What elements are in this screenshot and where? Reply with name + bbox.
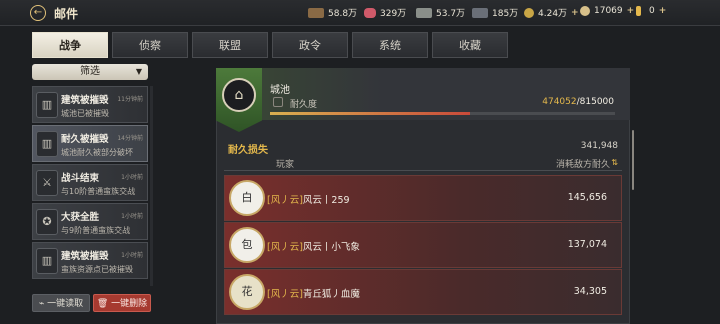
top-bar: ← 邮件 58.8万 329万 53.7万 185万 4.24万 + 17069… bbox=[0, 0, 720, 26]
loss-total: 341,948 bbox=[580, 141, 618, 151]
resource-stone: 53.7万 bbox=[416, 6, 465, 19]
tab-scout[interactable]: 侦察 bbox=[112, 32, 188, 58]
divider bbox=[224, 170, 622, 171]
wood-icon bbox=[308, 7, 324, 18]
read-icon: ⌁ bbox=[38, 299, 45, 309]
city-name: 城池 bbox=[270, 85, 290, 96]
building-icon: ▥ bbox=[36, 248, 58, 274]
mail-item[interactable]: ▥ 建筑被摧毁 1小时前 蛮族资源点已被摧毁 bbox=[32, 242, 148, 279]
mail-item[interactable]: ▥ 耐久被摧毁 14分钟前 城池耐久被部分破坏 bbox=[32, 125, 148, 162]
player-row[interactable]: 包 [风丿云]风云丨小飞象 137,074 bbox=[224, 222, 622, 268]
player-damage: 34,305 bbox=[573, 286, 607, 297]
mail-item[interactable]: ▥ 建筑被摧毁 11分钟前 城池已被摧毁 bbox=[32, 86, 148, 123]
loss-title: 耐久损失 bbox=[228, 145, 268, 156]
tab-alliance[interactable]: 联盟 bbox=[192, 32, 268, 58]
add-coin-button[interactable]: + bbox=[627, 6, 635, 16]
durability-value: 474052/815000 bbox=[542, 97, 614, 107]
tab-favorites[interactable]: 收藏 bbox=[432, 32, 508, 58]
tab-decree[interactable]: 政令 bbox=[272, 32, 348, 58]
city-icon: ⌂ bbox=[222, 78, 256, 112]
durability-label: 耐久度 bbox=[290, 100, 318, 110]
chevron-down-icon: ▼ bbox=[135, 67, 142, 76]
resource-wood: 58.8万 bbox=[308, 6, 357, 19]
back-arrow-icon[interactable]: ← bbox=[30, 5, 46, 21]
mail-list: ▥ 建筑被摧毁 11分钟前 城池已被摧毁 ▥ 耐久被摧毁 14分钟前 城池耐久被… bbox=[32, 86, 148, 286]
add-gold-ore-button[interactable]: + bbox=[571, 8, 579, 18]
avatar: 包 bbox=[229, 227, 265, 263]
player-name: [风丿云]风云丨小飞象 bbox=[267, 242, 360, 253]
report-scrollbar[interactable] bbox=[632, 130, 634, 190]
resource-coin: 17069 + bbox=[580, 6, 634, 16]
sort-icon[interactable]: ⇅ bbox=[611, 158, 618, 167]
durability-bar bbox=[270, 112, 615, 115]
tab-system[interactable]: 系统 bbox=[352, 32, 428, 58]
player-damage: 145,656 bbox=[567, 192, 607, 203]
mail-item[interactable]: ✪ 大获全胜 1小时前 与9阶普通蛮族交战 bbox=[32, 203, 148, 240]
mail-item[interactable]: ⚔ 战斗结束 1小时前 与10阶普通蛮族交战 bbox=[32, 164, 148, 201]
resource-gem: 0 + bbox=[636, 6, 666, 16]
stone-icon bbox=[416, 7, 432, 18]
resource-food: 329万 bbox=[364, 6, 406, 19]
battle-icon: ⚔ bbox=[36, 170, 58, 196]
avatar: 白 bbox=[229, 180, 265, 216]
player-name: [风丿云]风云丨259 bbox=[267, 195, 350, 206]
add-gem-button[interactable]: + bbox=[659, 6, 667, 16]
resource-iron: 185万 bbox=[472, 6, 518, 19]
building-icon: ▥ bbox=[36, 131, 58, 157]
player-damage: 137,074 bbox=[567, 239, 607, 250]
durability-bar-fill bbox=[270, 112, 471, 115]
read-all-button[interactable]: ⌁ 一键读取 bbox=[32, 294, 90, 312]
avatar: 花 bbox=[229, 274, 265, 310]
gold-ore-icon bbox=[524, 7, 534, 18]
tab-war[interactable]: 战争 bbox=[32, 32, 108, 58]
column-header-damage: 消耗敌方耐久 bbox=[555, 160, 610, 170]
mail-tabs: 战争 侦察 联盟 政令 系统 收藏 bbox=[32, 32, 508, 58]
victory-icon: ✪ bbox=[36, 209, 58, 235]
player-row[interactable]: 白 [风丿云]风云丨259 145,656 bbox=[224, 175, 622, 221]
food-icon bbox=[364, 7, 376, 18]
player-name: [风丿云]青丘狐丿血魔 bbox=[267, 289, 360, 300]
resource-gold-ore: 4.24万 + bbox=[524, 6, 579, 19]
coin-icon bbox=[580, 6, 590, 16]
durability-icon bbox=[273, 97, 283, 107]
player-row[interactable]: 花 [风丿云]青丘狐丿血魔 34,305 bbox=[224, 269, 622, 315]
mail-list-scrollbar[interactable] bbox=[150, 86, 153, 286]
filter-dropdown[interactable]: 筛选 ▼ bbox=[32, 64, 148, 80]
delete-all-button[interactable]: 🗑 一键删除 bbox=[93, 294, 151, 312]
trash-icon: 🗑 bbox=[96, 299, 109, 309]
page-title: 邮件 bbox=[54, 7, 79, 21]
column-header-player: 玩家 bbox=[276, 160, 295, 170]
building-icon: ▥ bbox=[36, 92, 58, 118]
gem-icon bbox=[636, 6, 641, 16]
iron-icon bbox=[472, 7, 488, 18]
